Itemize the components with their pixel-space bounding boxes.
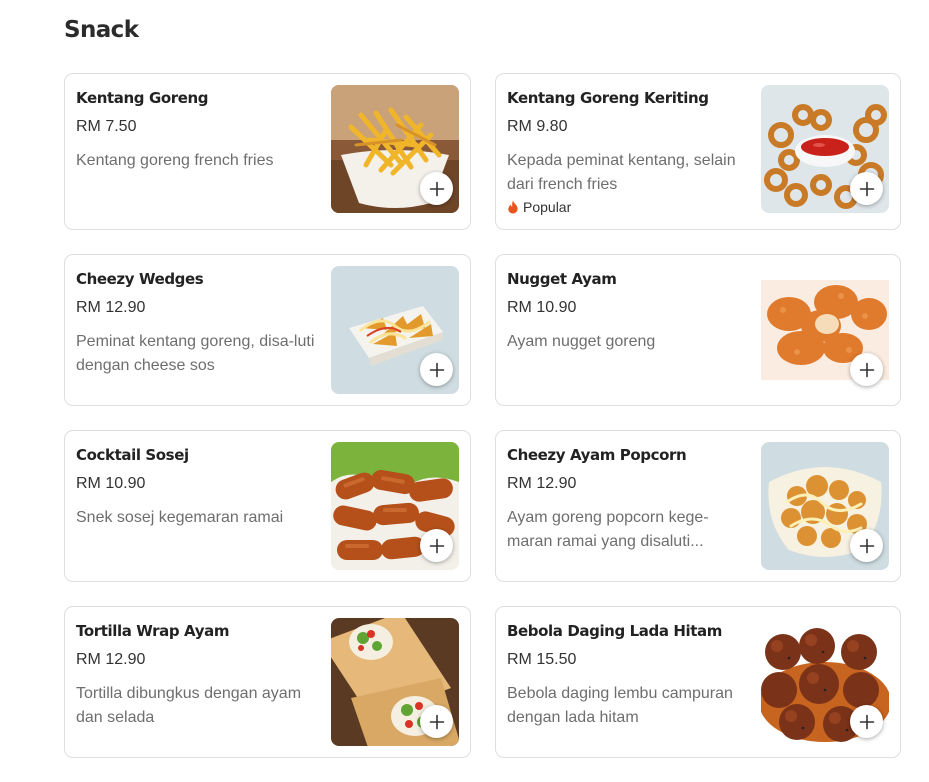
- item-description: Peminat kentang goreng, disa-luti dengan…: [76, 333, 315, 374]
- add-to-cart-button[interactable]: [420, 172, 453, 205]
- item-name: Cheezy Wedges: [76, 270, 204, 288]
- menu-item-card[interactable]: Cheezy Ayam Popcorn RM 12.90 Ayam goreng…: [495, 430, 901, 582]
- plus-icon: [859, 714, 874, 729]
- plus-icon: [859, 181, 874, 196]
- item-description: Tortilla dibungkus dengan ayam dan selad…: [76, 685, 302, 726]
- add-to-cart-button[interactable]: [420, 529, 453, 562]
- item-name: Cheezy Ayam Popcorn: [507, 446, 687, 464]
- plus-icon: [429, 181, 444, 196]
- menu-item-card[interactable]: Bebola Daging Lada Hitam RM 15.50 Bebola…: [495, 606, 901, 758]
- item-name: Nugget Ayam: [507, 270, 617, 288]
- item-details: Bebola Daging Lada Hitam RM 15.50 Bebola…: [507, 621, 752, 730]
- item-details: Kentang Goreng Keriting RM 9.80 Kepada p…: [507, 88, 752, 215]
- item-details: Kentang Goreng RM 7.50 Kentang goreng fr…: [76, 88, 321, 173]
- item-name: Kentang Goreng: [76, 89, 209, 107]
- item-price: RM 10.90: [76, 475, 146, 492]
- add-to-cart-button[interactable]: [850, 172, 883, 205]
- item-price: RM 12.90: [76, 651, 146, 668]
- menu-item-card[interactable]: Cocktail Sosej RM 10.90 Snek sosej kegem…: [64, 430, 471, 582]
- item-description: Ayam nugget goreng: [507, 333, 656, 350]
- add-to-cart-button[interactable]: [850, 705, 883, 738]
- item-name: Bebola Daging Lada Hitam: [507, 622, 723, 640]
- add-to-cart-button[interactable]: [420, 705, 453, 738]
- plus-icon: [859, 362, 874, 377]
- popular-label: Popular: [523, 199, 572, 215]
- item-details: Tortilla Wrap Ayam RM 12.90 Tortilla dib…: [76, 621, 321, 730]
- plus-icon: [859, 538, 874, 553]
- section-title: Snack: [64, 17, 139, 43]
- menu-item-card[interactable]: Kentang Goreng Keriting RM 9.80 Kepada p…: [495, 73, 901, 230]
- add-to-cart-button[interactable]: [420, 353, 453, 386]
- item-name: Kentang Goreng Keriting: [507, 89, 709, 107]
- item-description: Ayam goreng popcorn kege-maran ramai yan…: [507, 509, 709, 550]
- item-price: RM 12.90: [507, 475, 577, 492]
- menu-item-card[interactable]: Cheezy Wedges RM 12.90 Peminat kentang g…: [64, 254, 471, 406]
- item-name: Cocktail Sosej: [76, 446, 189, 464]
- item-description: Kentang goreng french fries: [76, 152, 274, 169]
- item-description: Snek sosej kegemaran ramai: [76, 509, 284, 526]
- item-price: RM 10.90: [507, 299, 577, 316]
- item-price: RM 9.80: [507, 118, 568, 135]
- item-details: Cheezy Wedges RM 12.90 Peminat kentang g…: [76, 269, 321, 378]
- add-to-cart-button[interactable]: [850, 353, 883, 386]
- plus-icon: [429, 362, 444, 377]
- item-price: RM 12.90: [76, 299, 146, 316]
- popular-badge: Popular: [507, 199, 752, 215]
- item-description: Bebola daging lembu campuran dengan lada…: [507, 685, 733, 726]
- item-details: Nugget Ayam RM 10.90 Ayam nugget goreng: [507, 269, 752, 354]
- item-description: Kepada peminat kentang, selain dari fren…: [507, 152, 736, 193]
- plus-icon: [429, 538, 444, 553]
- add-to-cart-button[interactable]: [850, 529, 883, 562]
- item-name: Tortilla Wrap Ayam: [76, 622, 230, 640]
- menu-item-card[interactable]: Nugget Ayam RM 10.90 Ayam nugget goreng: [495, 254, 901, 406]
- item-details: Cheezy Ayam Popcorn RM 12.90 Ayam goreng…: [507, 445, 752, 554]
- flame-icon: [508, 200, 518, 214]
- item-price: RM 7.50: [76, 118, 137, 135]
- item-details: Cocktail Sosej RM 10.90 Snek sosej kegem…: [76, 445, 321, 530]
- menu-grid: Kentang Goreng RM 7.50 Kentang goreng fr…: [64, 73, 901, 758]
- menu-item-card[interactable]: Kentang Goreng RM 7.50 Kentang goreng fr…: [64, 73, 471, 230]
- menu-item-card[interactable]: Tortilla Wrap Ayam RM 12.90 Tortilla dib…: [64, 606, 471, 758]
- plus-icon: [429, 714, 444, 729]
- item-price: RM 15.50: [507, 651, 577, 668]
